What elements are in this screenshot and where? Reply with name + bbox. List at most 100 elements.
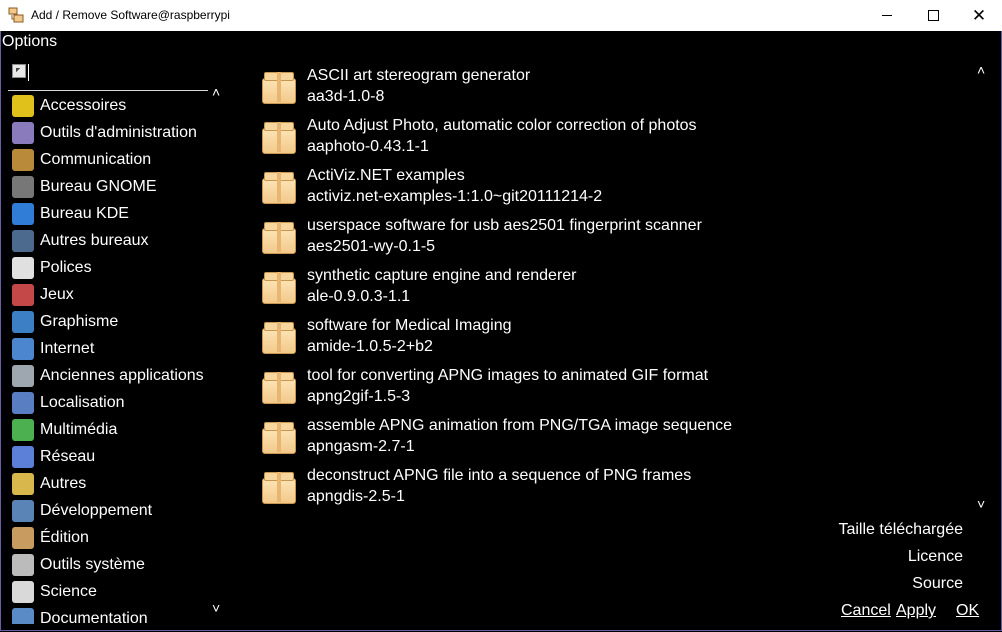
menu-options[interactable]: Options — [2, 33, 57, 51]
package-tape — [277, 322, 281, 352]
category-label: Développement — [40, 501, 153, 519]
category-item[interactable]: Outils d'administration — [8, 119, 216, 146]
category-label: Localisation — [40, 393, 125, 411]
package-icon — [262, 172, 296, 204]
package-icon — [262, 322, 296, 354]
ok-button[interactable]: OK — [956, 602, 979, 620]
package-name: aaphoto-0.43.1-1 — [307, 138, 429, 155]
category-item[interactable]: Communication — [8, 146, 216, 173]
category-label: Documentation — [40, 609, 148, 625]
category-label: Communication — [40, 150, 152, 168]
package-icon — [262, 272, 296, 304]
package-name: apngasm-2.7-1 — [307, 438, 415, 455]
search-box[interactable] — [8, 62, 208, 91]
category-label: Réseau — [40, 447, 96, 465]
maximize-button[interactable] — [910, 0, 956, 31]
category-item[interactable]: Réseau — [8, 443, 216, 470]
package-icon — [262, 422, 296, 454]
package-item[interactable]: software for Medical Imaging amide-1.0.5-… — [258, 314, 958, 364]
category-item[interactable]: Développement — [8, 497, 216, 524]
package-name: amide-1.0.5-2+b2 — [307, 338, 433, 355]
package-scroll-up-button[interactable]: ˄ — [977, 62, 985, 78]
package-description: synthetic capture engine and renderer — [307, 267, 577, 284]
package-tape — [277, 72, 281, 102]
category-item[interactable]: Internet — [8, 335, 216, 362]
category-item[interactable]: Jeux — [8, 281, 216, 308]
fonts-icon — [12, 256, 34, 279]
category-item[interactable]: Polices — [8, 254, 216, 281]
title-bar: Add / Remove Software@raspberrypi ✕ — [0, 0, 1002, 31]
system-tools-icon — [12, 553, 34, 576]
package-item[interactable]: assemble APNG animation from PNG/TGA ima… — [258, 414, 958, 464]
package-description: ActiViz.NET examples — [307, 167, 465, 184]
category-item[interactable]: Science — [8, 578, 216, 605]
category-label: Bureau KDE — [40, 204, 129, 222]
category-label: Science — [40, 582, 97, 600]
category-label: Outils système — [40, 555, 145, 573]
package-name: activiz.net-examples-1:1.0~git20111214-2 — [307, 188, 603, 205]
package-name: ale-0.9.0.3-1.1 — [307, 288, 411, 305]
close-button[interactable]: ✕ — [956, 0, 1002, 31]
package-scroll-down-button[interactable]: ˅ — [977, 496, 985, 512]
desktop-icon — [12, 229, 34, 252]
package-icon — [262, 372, 296, 404]
category-label: Autres bureaux — [40, 231, 149, 249]
accessories-icon — [12, 94, 34, 117]
package-item[interactable]: Auto Adjust Photo, automatic color corre… — [258, 114, 958, 164]
category-item[interactable]: Localisation — [8, 389, 216, 416]
category-item[interactable]: Documentation — [8, 605, 216, 624]
multimedia-icon — [12, 418, 34, 441]
package-item[interactable]: ActiViz.NET examples activiz.net-examples… — [258, 164, 958, 214]
category-label: Jeux — [40, 285, 74, 303]
apply-button[interactable]: Apply — [896, 602, 936, 620]
text-cursor — [28, 64, 29, 81]
package-description: tool for converting APNG images to anima… — [307, 367, 709, 384]
category-label: Multimédia — [40, 420, 118, 438]
minimize-icon — [882, 15, 892, 16]
package-tape — [277, 422, 281, 452]
category-item[interactable]: Autres bureaux — [8, 227, 216, 254]
category-label: Autres — [40, 474, 87, 492]
category-label: Bureau GNOME — [40, 177, 157, 195]
category-label: Outils d'administration — [40, 123, 197, 141]
package-item[interactable]: userspace software for usb aes2501 finge… — [258, 214, 958, 264]
cancel-button[interactable]: Cancel — [841, 602, 891, 620]
category-item[interactable]: Édition — [8, 524, 216, 551]
graphics-icon — [12, 310, 34, 333]
category-item[interactable]: Multimédia — [8, 416, 216, 443]
package-item[interactable]: tool for converting APNG images to anima… — [258, 364, 958, 414]
category-scroll-down-button[interactable]: ˅ — [212, 600, 220, 616]
category-item[interactable]: Bureau GNOME — [8, 173, 216, 200]
category-label: Graphisme — [40, 312, 119, 330]
package-name: apngdis-2.5-1 — [307, 488, 405, 505]
package-item[interactable]: deconstruct APNG file into a sequence of… — [258, 464, 958, 514]
office-icon — [12, 526, 34, 549]
development-icon — [12, 499, 34, 522]
package-description: Auto Adjust Photo, automatic color corre… — [307, 117, 697, 134]
package-description: deconstruct APNG file into a sequence of… — [307, 467, 692, 484]
category-item[interactable]: Outils système — [8, 551, 216, 578]
category-item[interactable]: Graphisme — [8, 308, 216, 335]
search-input[interactable] — [28, 63, 208, 87]
category-item[interactable]: Anciennes applications — [8, 362, 216, 389]
package-item[interactable]: synthetic capture engine and renderer ale… — [258, 264, 958, 314]
close-icon: ✕ — [971, 5, 987, 25]
package-item[interactable]: ASCII art stereogram generator aa3d-1.0-8 — [258, 64, 958, 114]
network-icon — [12, 445, 34, 468]
download-size-label: Taille téléchargée — [838, 521, 963, 538]
package-description: ASCII art stereogram generator — [307, 67, 531, 84]
category-item[interactable]: Accessoires — [8, 92, 216, 119]
package-name: aes2501-wy-0.1-5 — [307, 238, 436, 255]
category-label: Anciennes applications — [40, 366, 204, 384]
maximize-icon — [927, 10, 939, 21]
package-icon — [262, 122, 296, 154]
package-tape — [277, 472, 281, 502]
package-tape — [277, 222, 281, 252]
source-label: Source — [912, 575, 963, 592]
category-item[interactable]: Autres — [8, 470, 216, 497]
license-label: Licence — [907, 548, 963, 565]
minimize-button[interactable] — [864, 0, 910, 31]
localization-icon — [12, 391, 34, 414]
category-item[interactable]: Bureau KDE — [8, 200, 216, 227]
category-label: Internet — [40, 339, 95, 357]
